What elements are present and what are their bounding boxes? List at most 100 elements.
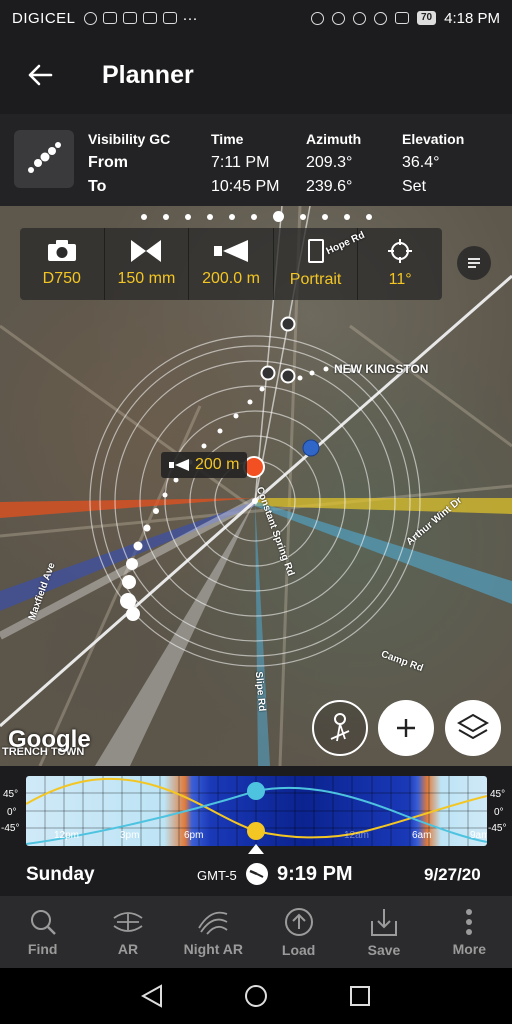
page-dot [299, 213, 306, 220]
compass-button[interactable] [312, 700, 368, 756]
y-tick: -45° [488, 823, 507, 834]
night-ar-icon [198, 911, 228, 935]
pin-compass-icon [330, 713, 350, 742]
x-tick: 3pm [120, 830, 140, 841]
nav-save[interactable]: Save [341, 896, 426, 968]
currency-icon [83, 11, 97, 25]
settings-bar: D750 150 mm 200.0 m Portrait 11° [20, 228, 442, 300]
nav-label: Load [281, 941, 316, 958]
distance-setting[interactable]: 200.0 m [189, 228, 274, 300]
location-icon [311, 11, 324, 25]
camera-value: D750 [42, 270, 81, 287]
timeline-cursor-icon [248, 844, 264, 854]
nav-night-ar[interactable]: Night AR [171, 896, 256, 968]
timezone-label: GMT-5 [197, 868, 237, 883]
mail-icon [142, 12, 157, 24]
google-logo: Google [8, 726, 91, 753]
azimuth-column: Azimuth 209.3° 239.6° [306, 127, 361, 199]
focal-length-value: 150 mm [117, 270, 176, 287]
signal-icon [395, 12, 409, 24]
list-icon [468, 258, 480, 268]
portrait-icon [307, 239, 324, 263]
battery-icon: 70 [417, 11, 437, 25]
arrow-left-icon [28, 64, 53, 86]
camera-setting[interactable]: D750 [20, 228, 105, 300]
orientation-value: Portrait [289, 271, 342, 288]
visibility-label: Visibility GC [88, 131, 171, 147]
clock-icon [246, 863, 268, 885]
elevation-to: Set [402, 178, 427, 195]
layers-icon [457, 713, 489, 740]
info-panel: Visibility GC From To Time 7:11 PM 10:45… [0, 114, 512, 206]
day-label[interactable]: Sunday [26, 864, 95, 886]
camera-icon [47, 240, 76, 261]
nav-more[interactable]: More [427, 896, 512, 968]
elevation-from: 36.4° [402, 154, 440, 171]
back-triangle-icon[interactable] [140, 984, 163, 1008]
tilt-value: 11° [388, 271, 412, 288]
focal-length-icon [131, 240, 162, 262]
page-dot-active [272, 211, 284, 222]
distance-value: 200.0 m [202, 270, 260, 287]
page-dot [343, 213, 350, 220]
carrier-label: DIGICEL [12, 9, 76, 27]
photo-icon [122, 12, 137, 24]
time-label: Time [211, 131, 244, 147]
list-button[interactable] [457, 246, 491, 280]
focal-length-setting[interactable]: 150 mm [105, 228, 190, 300]
layers-button[interactable] [445, 700, 501, 756]
app-header: Planner [0, 36, 512, 114]
bluetooth-icon [332, 11, 345, 25]
moon-position [247, 782, 265, 800]
map-view[interactable]: D750 150 mm 200.0 m Portrait 11° 200 m N… [0, 206, 512, 766]
page-dot [140, 213, 147, 220]
nav-ar[interactable]: AR [85, 896, 170, 968]
system-nav-bar [0, 968, 512, 1024]
page-dot [184, 213, 191, 220]
distance-icon [213, 240, 248, 262]
page-dot [162, 213, 169, 220]
nav-label: AR [117, 940, 139, 957]
distance-tag-value: 200 m [195, 456, 240, 473]
status-bar: DIGICEL ··· 70 4:18 PM [0, 0, 512, 36]
page-title: Planner [102, 60, 194, 89]
home-circle-icon[interactable] [244, 984, 268, 1008]
nav-find[interactable]: Find [0, 896, 85, 968]
add-button[interactable] [378, 700, 434, 756]
azimuth-to: 239.6° [306, 178, 353, 195]
sun-position [247, 822, 265, 840]
x-tick: 6pm [184, 830, 204, 841]
galactic-core-icon [28, 142, 61, 173]
wifi-icon [374, 11, 387, 25]
crosshair-icon [388, 239, 413, 263]
page-dot [250, 213, 257, 220]
y-tick: 45° [3, 789, 19, 800]
y-tick: 45° [490, 789, 506, 800]
galactic-core-button[interactable] [14, 130, 74, 188]
nav-label: More [452, 940, 487, 957]
time-from: 7:11 PM [211, 154, 270, 171]
ar-icon [113, 911, 143, 932]
moon-marker [302, 439, 320, 457]
nav-label: Find [27, 940, 58, 957]
date-value[interactable]: 9/27/20 [424, 865, 481, 885]
timeline[interactable]: 12pm 3pm 6pm 12am 6am 9am 45° 0° -45° 45… [0, 766, 512, 856]
chat-icon [102, 12, 117, 24]
from-label: From [88, 154, 128, 171]
tilt-setting[interactable]: 11° [358, 228, 442, 300]
time-value[interactable]: 9:19 PM [277, 863, 353, 886]
recents-square-icon[interactable] [349, 985, 371, 1007]
date-time-row: Sunday GMT-5 9:19 PM 9/27/20 [0, 856, 512, 896]
y-tick: -45° [1, 823, 20, 834]
y-tick: 0° [494, 807, 504, 818]
azimuth-label: Azimuth [306, 131, 362, 147]
instagram-icon [162, 12, 177, 24]
timeline-graph[interactable]: 12pm 3pm 6pm 12am 6am 9am [26, 776, 487, 846]
visibility-column: Visibility GC From To [88, 127, 170, 199]
back-button[interactable] [0, 36, 80, 114]
alarm-icon [353, 11, 366, 25]
plus-icon [397, 719, 415, 737]
x-tick: 12am [344, 830, 370, 841]
page-indicator [0, 211, 512, 222]
nav-load[interactable]: Load [256, 896, 341, 968]
